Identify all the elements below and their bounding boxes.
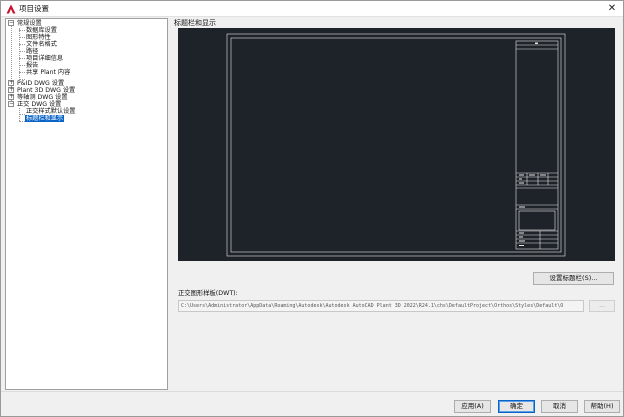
section-title: 标题栏和显示 [174, 19, 216, 27]
tree-item-reports[interactable]: 报告 [25, 62, 39, 69]
sheet-inner-border [230, 37, 562, 253]
collapse-toggle-icon[interactable]: − [8, 101, 14, 107]
tree-item-label: 正交 DWG 设置 [17, 101, 62, 108]
collapse-toggle-icon[interactable]: − [8, 20, 14, 26]
tree-item-project-details[interactable]: 项目详细信息 [25, 55, 64, 62]
tree-item-ortho-dwg-settings[interactable]: 正交 DWG 设置 [16, 101, 62, 108]
apply-button[interactable]: 应用(A) [454, 400, 491, 413]
tree-item-label: 正交样式默认设置 [26, 108, 76, 115]
tree-item-drawing-properties[interactable]: 图形特性 [25, 34, 52, 41]
tree-item-label: Plant 3D DWG 设置 [17, 87, 76, 94]
tree-item-label: 图形特性 [26, 34, 51, 41]
settings-tree[interactable]: − + + + − 常规设置 数据库设置 图形特性 文件名格式 路径 项目详细信… [5, 18, 168, 390]
tree-item-general-settings[interactable]: 常规设置 [16, 20, 43, 27]
tree-item-plant3d-dwg-settings[interactable]: Plant 3D DWG 设置 [16, 87, 76, 94]
tree-item-isometric-dwg-settings[interactable]: 等轴测 DWG 设置 [16, 94, 69, 101]
tree-item-label: 路径 [26, 48, 39, 55]
tree-item-database-settings[interactable]: 数据库设置 [25, 27, 58, 34]
ortho-template-path-field[interactable]: C:\Users\Administrator\AppData\Roaming\A… [178, 300, 584, 312]
ok-button[interactable]: 确定 [498, 400, 535, 413]
title-block-drawing [226, 33, 566, 257]
tree-item-pid-dwg-settings[interactable]: P&ID DWG 设置 [16, 80, 65, 87]
cancel-button[interactable]: 取消 [541, 400, 578, 413]
tree-item-label: 常规设置 [17, 20, 42, 27]
footer-divider [1, 391, 623, 392]
tree-item-label: P&ID DWG 设置 [17, 80, 65, 87]
tree-item-label: 报告 [26, 62, 39, 69]
close-button[interactable]: ✕ [605, 2, 619, 16]
tree-item-ortho-style-defaults[interactable]: 正交样式默认设置 [25, 108, 77, 115]
tree-item-label: 文件名格式 [26, 41, 57, 48]
tree-connector [19, 28, 20, 78]
tree-item-label: 共享 Plant 内容 [26, 69, 71, 76]
title-block-preview [178, 28, 615, 261]
tree-item-label: 标题栏和显示 [25, 115, 65, 122]
tree-item-label: 数据库设置 [26, 27, 57, 34]
setup-title-block-button[interactable]: 设置标题栏(S)... [533, 272, 614, 285]
title-bar: 项目设置 ✕ [1, 1, 623, 17]
tree-item-paths[interactable]: 路径 [25, 48, 39, 55]
window-title: 项目设置 [19, 4, 49, 13]
autocad-logo-icon [6, 4, 16, 14]
browse-template-button[interactable]: ... [589, 300, 615, 312]
sheet-outer-border [226, 33, 566, 257]
tree-item-label: 等轴测 DWG 设置 [17, 94, 68, 101]
title-block-frame [515, 40, 559, 250]
tree-item-filename-format[interactable]: 文件名格式 [25, 41, 58, 48]
tree-item-label: 项目详细信息 [26, 55, 64, 62]
title-block-logo-box [518, 210, 556, 231]
project-settings-dialog: 项目设置 ✕ − + + + − 常规设置 数据库设置 图形特性 文件名格式 路… [0, 0, 624, 417]
tree-item-title-block-display[interactable]: 标题栏和显示 [25, 115, 65, 122]
ortho-template-label: 正交图形样板(DWT): [178, 290, 238, 297]
help-button[interactable]: 帮助(H) [584, 400, 620, 413]
tree-item-shared-plant-content[interactable]: 共享 Plant 内容 [25, 69, 71, 76]
